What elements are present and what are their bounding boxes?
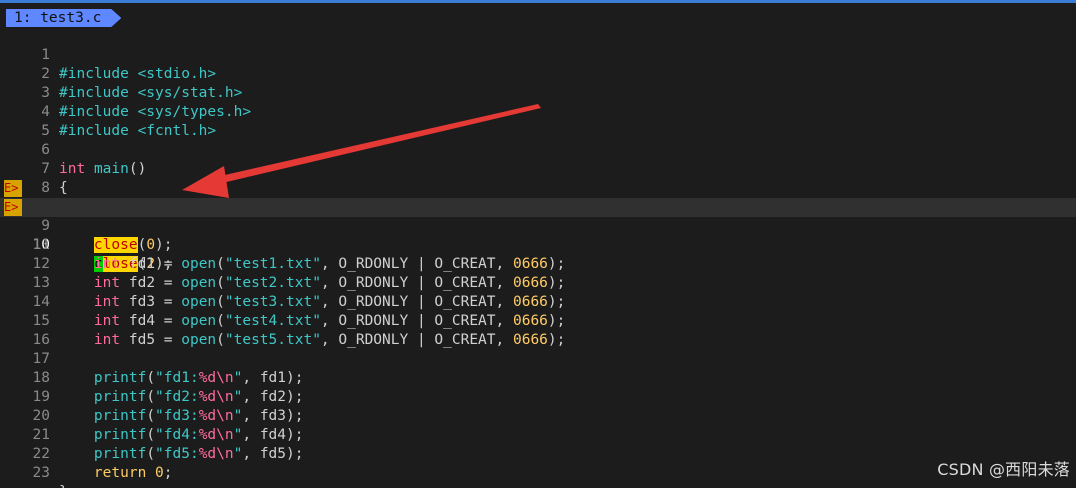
code-line: 4 #include <fcntl.h>: [0, 84, 1076, 139]
csdn-watermark: CSDN @西阳未落: [937, 460, 1070, 479]
code-line: 7 {: [0, 141, 1076, 196]
code-line: 6 int main(): [0, 122, 1076, 177]
code-line: 22 return 0;: [0, 426, 1076, 481]
code-line: 20 printf("fd4:%d\n", fd4);: [0, 388, 1076, 443]
code-line-error: E> 9 close(0);: [0, 179, 1076, 253]
empty-buffer-line: ~: [0, 464, 1076, 488]
code-line: 8 umask(0);: [0, 160, 1076, 215]
code-line: 2 #include <sys/stat.h>: [0, 46, 1076, 101]
error-sign-marker[interactable]: E>: [4, 199, 22, 216]
code-line: 1 #include <stdio.h>: [0, 27, 1076, 82]
line-text: }: [59, 483, 68, 488]
code-line: 21 printf("fd5:%d\n", fd5);: [0, 407, 1076, 462]
code-line-cursor: E> 10 close(2);: [0, 198, 1076, 272]
tilde-marker: ~: [22, 483, 31, 488]
code-line: 18 printf("fd2:%d\n", fd2);: [0, 350, 1076, 405]
tab-test3-c[interactable]: 1: test3.c: [6, 9, 121, 27]
code-line: 17 printf("fd1:%d\n", fd1);: [0, 331, 1076, 386]
code-line: 12 int fd2 = open("test2.txt", O_RDONLY …: [0, 236, 1076, 291]
code-line: 13 int fd3 = open("test3.txt", O_RDONLY …: [0, 255, 1076, 310]
code-line: 11 int fd1 = open("test1.txt", O_RDONLY …: [0, 217, 1076, 272]
code-line: 19 printf("fd3:%d\n", fd3);: [0, 369, 1076, 424]
code-line: 5: [0, 103, 1076, 139]
vim-editor-window: 1: test3.c 1 #include <stdio.h> 2 #inclu…: [0, 0, 1076, 488]
error-sign-marker[interactable]: E>: [4, 180, 22, 197]
code-line: 3 #include <sys/types.h>: [0, 65, 1076, 120]
code-line: 23 }: [0, 445, 1076, 488]
code-line: 15 int fd5 = open("test5.txt", O_RDONLY …: [0, 293, 1076, 348]
code-editor-area[interactable]: 1 #include <stdio.h> 2 #include <sys/sta…: [0, 27, 1076, 488]
code-line: 14 int fd4 = open("test4.txt", O_RDONLY …: [0, 274, 1076, 329]
vim-tabline: 1: test3.c: [0, 3, 1076, 28]
code-line: 16: [0, 312, 1076, 348]
